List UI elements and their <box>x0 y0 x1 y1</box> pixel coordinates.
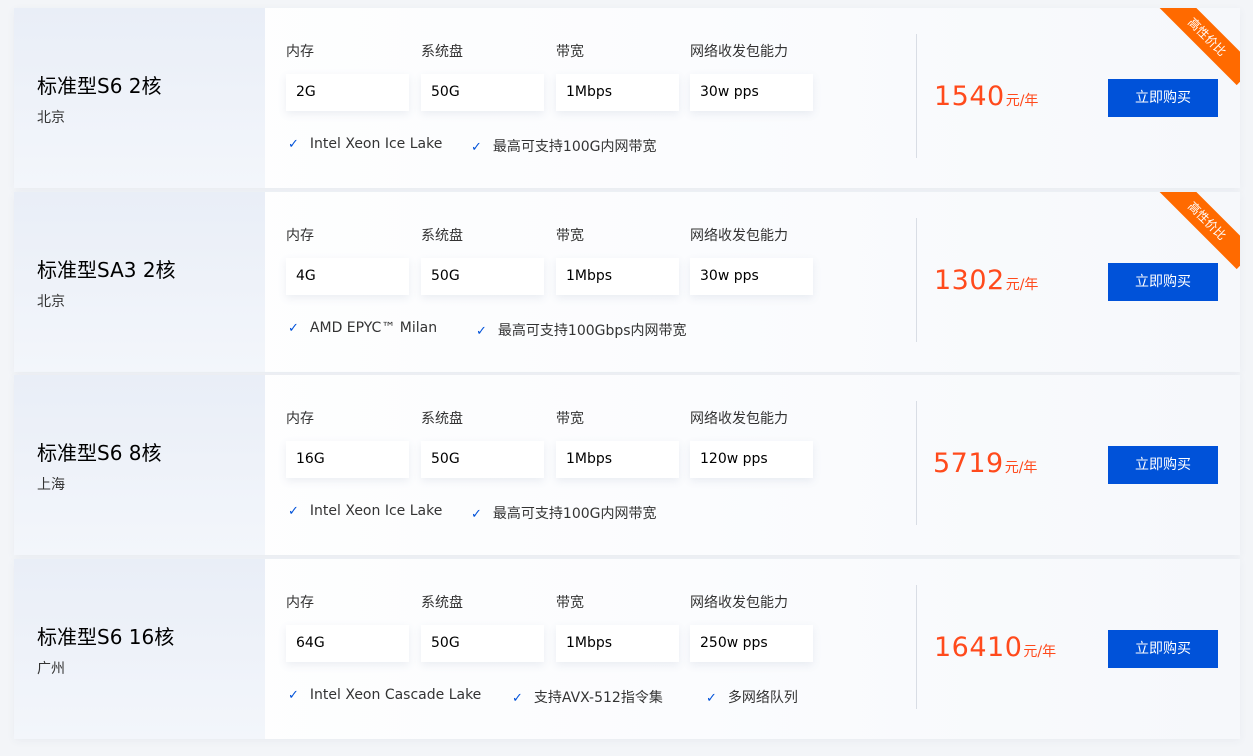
feature-text: 最高可支持100G内网带宽 <box>492 139 657 155</box>
product-region: 上海 <box>37 477 65 493</box>
feature-text: Intel Xeon Ice Lake <box>309 136 443 152</box>
price: 16410元/年 <box>934 632 1056 663</box>
feature-item: ✓ 多网络队列 <box>706 687 798 707</box>
product-name: 标准型S6 8核 <box>37 441 162 465</box>
product-card: 标准型S6 2核 北京 内存 系统盘 带宽 网络收发包能力 2G 50G 1Mb… <box>14 8 1240 188</box>
price: 1540元/年 <box>934 81 1038 112</box>
feature-item: ✓ 支持AVX-512指令集 <box>512 687 663 707</box>
product-info: 标准型S6 2核 北京 <box>14 8 265 188</box>
buy-button[interactable]: 立即购买 <box>1108 79 1218 117</box>
product-region: 北京 <box>37 110 65 126</box>
bandwidth-label: 带宽 <box>556 594 584 611</box>
disk-label: 系统盘 <box>421 411 463 427</box>
pps-label: 网络收发包能力 <box>690 594 788 611</box>
feature-text: Intel Xeon Ice Lake <box>309 503 443 519</box>
feature-item: ✓ 最高可支持100Gbps内网带宽 <box>476 320 687 340</box>
feature-item: ✓ AMD EPYC™ Milan <box>288 320 437 336</box>
memory-value: 4G <box>286 257 409 295</box>
price: 1302元/年 <box>934 265 1038 296</box>
memory-value: 2G <box>286 74 409 111</box>
product-region: 北京 <box>37 293 65 310</box>
price-value: 1302 <box>934 264 1005 296</box>
pps-label: 网络收发包能力 <box>690 227 788 244</box>
price-unit: 元/年 <box>1005 276 1039 293</box>
bandwidth-label: 带宽 <box>556 44 584 60</box>
feature-text: Intel Xeon Cascade Lake <box>309 686 482 703</box>
divider <box>916 584 917 709</box>
feature-item: ✓ 最高可支持100G内网带宽 <box>471 503 656 523</box>
disk-label: 系统盘 <box>421 227 463 244</box>
buy-button[interactable]: 立即购买 <box>1108 446 1218 484</box>
check-icon: ✓ <box>471 140 482 155</box>
product-name: 标准型S6 2核 <box>37 74 162 98</box>
product-card: 标准型S6 8核 上海 内存 系统盘 带宽 网络收发包能力 16G 50G 1M… <box>14 375 1240 555</box>
pps-value: 120w pps <box>690 441 813 478</box>
buy-button[interactable]: 立即购买 <box>1108 629 1218 668</box>
feature-text: 多网络队列 <box>727 689 798 706</box>
memory-label: 内存 <box>286 227 314 244</box>
price-value: 5719 <box>933 448 1004 479</box>
product-card: 标准型SA3 2核 北京 内存 系统盘 带宽 网络收发包能力 4G 50G 1M… <box>14 191 1240 372</box>
feature-text: AMD EPYC™ Milan <box>309 319 438 336</box>
price-unit: 元/年 <box>1023 643 1057 660</box>
feature-text: 最高可支持100G内网带宽 <box>492 506 657 522</box>
product-card: 标准型S6 16核 广州 内存 系统盘 带宽 网络收发包能力 64G 50G 1… <box>14 558 1240 739</box>
check-icon: ✓ <box>288 137 299 152</box>
pps-label: 网络收发包能力 <box>690 44 788 60</box>
bandwidth-value: 1Mbps <box>556 441 679 478</box>
buy-button[interactable]: 立即购买 <box>1108 262 1218 301</box>
check-icon: ✓ <box>288 320 299 336</box>
disk-value: 50G <box>421 257 544 295</box>
memory-label: 内存 <box>286 411 314 427</box>
product-info: 标准型SA3 2核 北京 <box>14 191 265 372</box>
check-icon: ✓ <box>471 507 482 522</box>
check-icon: ✓ <box>706 690 717 706</box>
disk-label: 系统盘 <box>421 44 463 60</box>
product-region: 广州 <box>37 660 65 677</box>
price-value: 16410 <box>934 631 1023 663</box>
pps-value: 30w pps <box>690 74 813 111</box>
product-name: 标准型S6 16核 <box>37 624 175 649</box>
divider <box>916 401 917 525</box>
feature-text: 支持AVX-512指令集 <box>533 689 663 706</box>
pps-value: 30w pps <box>690 257 813 295</box>
disk-value: 50G <box>421 74 544 111</box>
check-icon: ✓ <box>288 687 299 703</box>
product-list: 标准型S6 2核 北京 内存 系统盘 带宽 网络收发包能力 2G 50G 1Mb… <box>14 8 1240 739</box>
feature-item: ✓ 最高可支持100G内网带宽 <box>471 136 656 156</box>
disk-value: 50G <box>421 624 544 662</box>
check-icon: ✓ <box>476 323 487 339</box>
price-value: 1540 <box>934 81 1005 112</box>
product-name: 标准型SA3 2核 <box>37 257 176 282</box>
feature-text: 最高可支持100Gbps内网带宽 <box>497 322 687 339</box>
product-info: 标准型S6 16核 广州 <box>14 558 265 739</box>
memory-label: 内存 <box>286 594 314 611</box>
check-icon: ✓ <box>288 504 299 519</box>
divider <box>916 34 917 158</box>
feature-item: ✓ Intel Xeon Ice Lake <box>288 136 442 152</box>
disk-label: 系统盘 <box>421 594 463 611</box>
pps-value: 250w pps <box>690 624 813 662</box>
price-unit: 元/年 <box>1005 93 1039 109</box>
memory-label: 内存 <box>286 44 314 60</box>
divider <box>916 217 917 342</box>
bandwidth-value: 1Mbps <box>556 74 679 111</box>
bandwidth-label: 带宽 <box>556 227 584 244</box>
value-badge: 高性价比 <box>1158 191 1240 269</box>
bandwidth-value: 1Mbps <box>556 624 679 662</box>
memory-value: 64G <box>286 624 409 662</box>
disk-value: 50G <box>421 441 544 478</box>
check-icon: ✓ <box>512 690 523 706</box>
bandwidth-label: 带宽 <box>556 411 584 427</box>
feature-item: ✓ Intel Xeon Ice Lake <box>288 503 442 519</box>
value-badge: 高性价比 <box>1158 8 1240 86</box>
price-unit: 元/年 <box>1004 460 1038 476</box>
price: 5719元/年 <box>933 448 1037 479</box>
product-info: 标准型S6 8核 上海 <box>14 375 265 555</box>
feature-item: ✓ Intel Xeon Cascade Lake <box>288 687 481 703</box>
bandwidth-value: 1Mbps <box>556 257 679 295</box>
pps-label: 网络收发包能力 <box>690 411 788 427</box>
memory-value: 16G <box>286 441 409 478</box>
